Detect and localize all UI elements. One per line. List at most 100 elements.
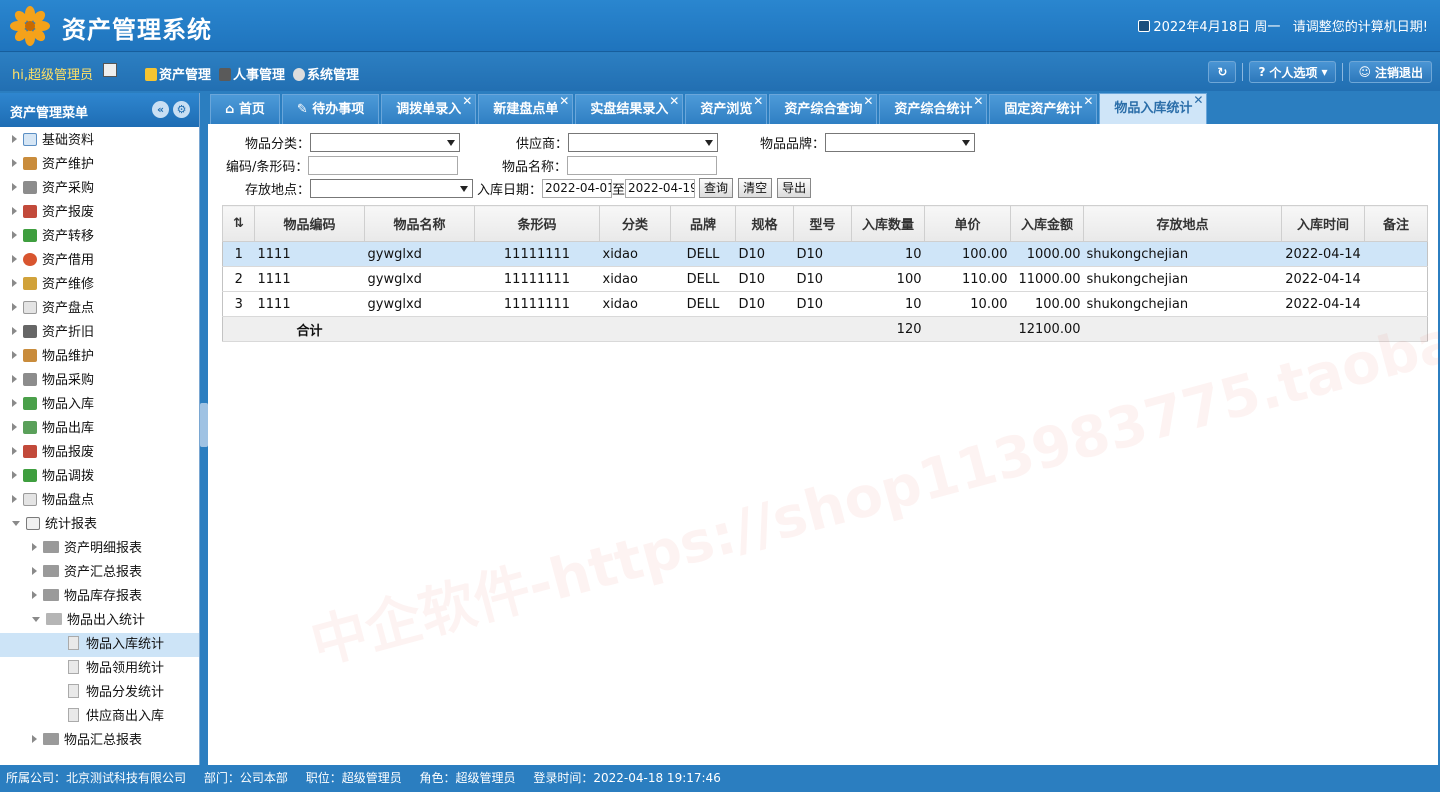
expand-icon[interactable] — [12, 327, 17, 335]
query-button[interactable]: 查询 — [699, 178, 734, 198]
supplier-select[interactable] — [568, 132, 719, 152]
export-button[interactable]: 导出 — [777, 178, 812, 198]
column-header[interactable]: 入库时间 — [1281, 205, 1365, 242]
tree-item[interactable]: 资产维护 — [0, 153, 199, 177]
column-header[interactable]: 分类 — [599, 205, 671, 242]
close-icon[interactable]: ✕ — [669, 86, 679, 116]
expand-icon[interactable] — [12, 375, 17, 383]
tree-item[interactable]: 物品报废 — [0, 441, 199, 465]
tree-item-selected[interactable]: 物品入库统计 — [0, 633, 199, 657]
collapse-icon[interactable] — [12, 521, 20, 526]
column-header[interactable]: 品牌 — [670, 205, 736, 242]
tree-item[interactable]: 物品汇总报表 — [0, 729, 199, 753]
date-from-input[interactable]: 2022-04-01 — [542, 178, 613, 198]
tree-item[interactable]: 资产折旧 — [0, 321, 199, 345]
expand-icon[interactable] — [12, 255, 17, 263]
expand-icon[interactable] — [12, 183, 17, 191]
expand-icon[interactable] — [12, 399, 17, 407]
tab-asset-browse[interactable]: 资产浏览 ✕ — [685, 94, 768, 124]
tab-new-inventory[interactable]: 新建盘点单 ✕ — [478, 94, 574, 124]
tree-item[interactable]: 物品出入统计 — [0, 609, 199, 633]
clear-button[interactable]: 清空 — [738, 178, 773, 198]
menu-asset-management[interactable]: 资产管理 — [145, 64, 211, 83]
collapse-icon[interactable] — [32, 617, 40, 622]
column-header[interactable]: 备注 — [1364, 205, 1428, 242]
tree-item[interactable]: 资产盘点 — [0, 297, 199, 321]
expand-icon[interactable] — [12, 303, 17, 311]
brand-select[interactable] — [825, 132, 976, 152]
tree-item[interactable]: 资产明细报表 — [0, 537, 199, 561]
close-icon[interactable]: ✕ — [1083, 86, 1093, 116]
column-header[interactable]: 型号 — [793, 205, 852, 242]
calculator-icon[interactable] — [103, 63, 117, 77]
tree-item[interactable]: 资产报废 — [0, 201, 199, 225]
tab-asset-query[interactable]: 资产综合查询 ✕ — [769, 94, 878, 124]
close-icon[interactable]: ✕ — [462, 86, 472, 116]
date-to-input[interactable]: 2022-04-19 — [625, 178, 696, 198]
tree-item[interactable]: 资产维修 — [0, 273, 199, 297]
expand-icon[interactable] — [12, 279, 17, 287]
tree-item[interactable]: 物品领用统计 — [0, 657, 199, 681]
tab-home[interactable]: ⌂ 首页 — [210, 94, 280, 124]
tree-item[interactable]: 资产转移 — [0, 225, 199, 249]
tree-item[interactable]: 资产借用 — [0, 249, 199, 273]
expand-icon[interactable] — [32, 591, 37, 599]
column-header[interactable]: 单价 — [924, 205, 1011, 242]
column-header[interactable]: 存放地点 — [1083, 205, 1282, 242]
tree-item[interactable]: 物品分发统计 — [0, 681, 199, 705]
tree-item[interactable]: 物品调拨 — [0, 465, 199, 489]
column-header[interactable]: 条形码 — [474, 205, 600, 242]
name-input[interactable] — [567, 155, 718, 175]
tab-todo[interactable]: ✎ 待办事项 — [281, 94, 380, 124]
tree-item[interactable]: 物品采购 — [0, 369, 199, 393]
column-header[interactable]: 物品编码 — [254, 205, 365, 242]
expand-icon[interactable] — [32, 543, 37, 551]
close-icon[interactable]: ✕ — [863, 86, 873, 116]
tree-item[interactable]: 基础资料 — [0, 129, 199, 153]
column-header[interactable]: 入库数量 — [851, 205, 925, 242]
logout-button[interactable]: ☺ 注销退出 — [1349, 61, 1432, 83]
code-input[interactable] — [308, 155, 459, 175]
expand-icon[interactable] — [12, 351, 17, 359]
tab-transfer-entry[interactable]: 调拨单录入 ✕ — [381, 94, 477, 124]
sidebar-splitter[interactable] — [200, 93, 208, 765]
refresh-columns-icon[interactable]: ⇅ — [222, 205, 255, 242]
category-select[interactable] — [310, 132, 461, 152]
expand-icon[interactable] — [12, 135, 17, 143]
menu-hr-management[interactable]: 人事管理 — [219, 64, 285, 83]
tree-item[interactable]: 物品维护 — [0, 345, 199, 369]
gear-icon[interactable]: ⚙ — [173, 101, 190, 118]
column-header[interactable]: 规格 — [735, 205, 794, 242]
tab-inventory-result[interactable]: 实盘结果录入 ✕ — [575, 94, 684, 124]
table-row[interactable]: 1 1111 gywglxd 11111111 xidao DELL D10 D… — [222, 241, 1428, 267]
close-icon[interactable]: ✕ — [1193, 85, 1203, 115]
tree-item[interactable]: 物品出库 — [0, 417, 199, 441]
collapse-icon[interactable]: « — [152, 101, 169, 118]
column-header[interactable]: 入库金额 — [1010, 205, 1084, 242]
tab-fixed-asset-stats[interactable]: 固定资产统计 ✕ — [989, 94, 1098, 124]
tab-asset-stats[interactable]: 资产综合统计 ✕ — [879, 94, 988, 124]
date-note[interactable]: 请调整您的计算机日期! — [1293, 20, 1428, 35]
expand-icon[interactable] — [12, 495, 17, 503]
tree-item[interactable]: 供应商出入库 — [0, 705, 199, 729]
tree-item[interactable]: 物品库存报表 — [0, 585, 199, 609]
tree-item[interactable]: 统计报表 — [0, 513, 199, 537]
expand-icon[interactable] — [12, 471, 17, 479]
table-row[interactable]: 3 1111 gywglxd 11111111 xidao DELL D10 D… — [222, 291, 1428, 317]
table-row[interactable]: 2 1111 gywglxd 11111111 xidao DELL D10 D… — [222, 266, 1428, 292]
expand-icon[interactable] — [12, 423, 17, 431]
expand-icon[interactable] — [32, 567, 37, 575]
expand-icon[interactable] — [12, 159, 17, 167]
close-icon[interactable]: ✕ — [973, 86, 983, 116]
location-select[interactable] — [310, 178, 474, 198]
expand-icon[interactable] — [12, 231, 17, 239]
expand-icon[interactable] — [12, 447, 17, 455]
close-icon[interactable]: ✕ — [559, 86, 569, 116]
close-icon[interactable]: ✕ — [753, 86, 763, 116]
menu-system-management[interactable]: 系统管理 — [293, 64, 359, 83]
expand-icon[interactable] — [12, 207, 17, 215]
column-header[interactable]: 物品名称 — [364, 205, 475, 242]
personal-options-button[interactable]: ? 个人选项 ▾ — [1249, 61, 1337, 83]
tree-item[interactable]: 资产采购 — [0, 177, 199, 201]
tab-item-inbound-stats[interactable]: 物品入库统计 ✕ — [1099, 93, 1208, 124]
